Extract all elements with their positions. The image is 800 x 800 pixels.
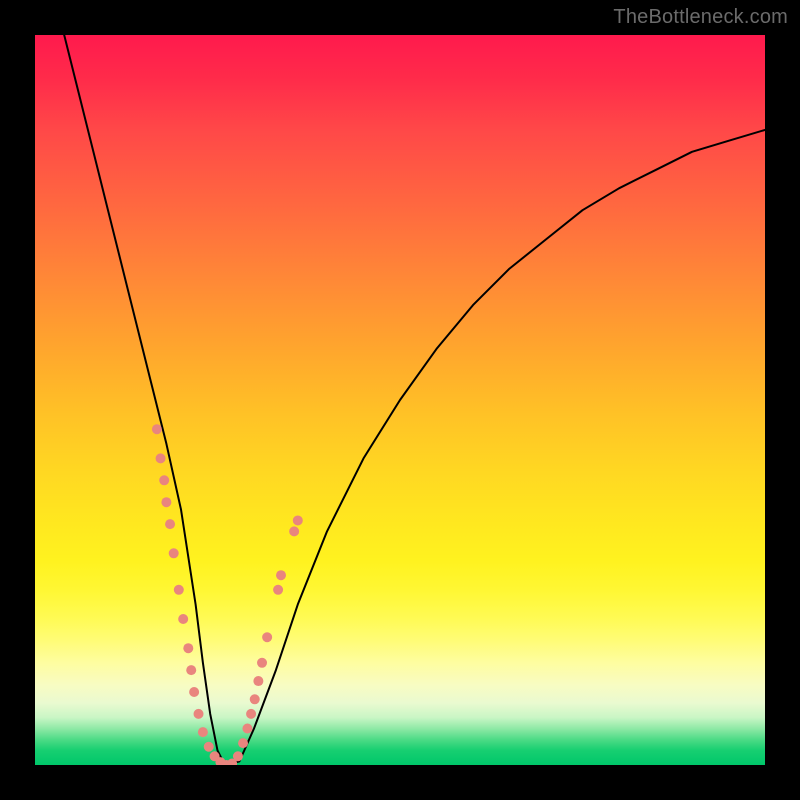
curve-marker <box>194 709 204 719</box>
curve-marker <box>250 694 260 704</box>
curve-svg <box>35 35 765 765</box>
curve-marker <box>165 519 175 529</box>
curve-marker <box>238 738 248 748</box>
curve-marker <box>169 548 179 558</box>
curve-marker <box>246 709 256 719</box>
curve-marker <box>159 475 169 485</box>
curve-marker <box>156 453 166 463</box>
chart-stage: TheBottleneck.com <box>0 0 800 800</box>
curve-marker <box>242 724 252 734</box>
markers-group <box>152 424 303 765</box>
curve-marker <box>257 658 267 668</box>
curve-marker <box>276 570 286 580</box>
curve-marker <box>189 687 199 697</box>
curve-marker <box>186 665 196 675</box>
curve-marker <box>204 742 214 752</box>
curve-marker <box>178 614 188 624</box>
bottleneck-curve <box>64 35 765 765</box>
watermark-text: TheBottleneck.com <box>613 6 788 29</box>
curve-marker <box>253 676 263 686</box>
curve-marker <box>293 515 303 525</box>
curve-marker <box>233 751 243 761</box>
curve-marker <box>174 585 184 595</box>
curve-marker <box>198 727 208 737</box>
curve-marker <box>183 643 193 653</box>
curve-marker <box>161 497 171 507</box>
curve-marker <box>262 632 272 642</box>
plot-area <box>35 35 765 765</box>
curve-marker <box>289 526 299 536</box>
curve-marker <box>152 424 162 434</box>
curve-marker <box>273 585 283 595</box>
